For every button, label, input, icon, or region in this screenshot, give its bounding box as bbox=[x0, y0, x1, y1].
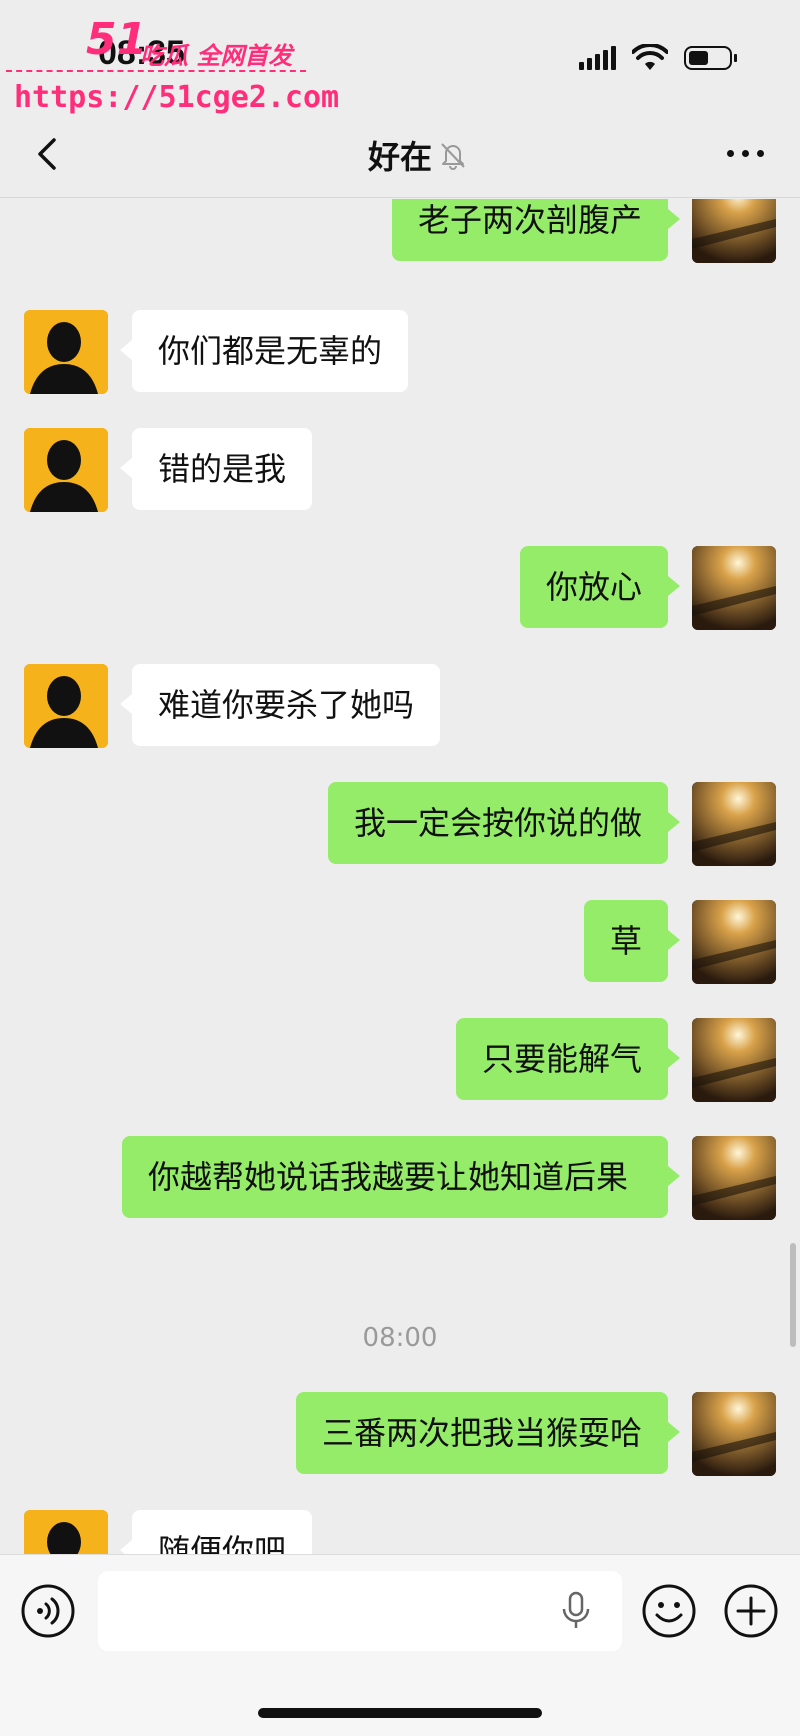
status-icons bbox=[579, 44, 737, 72]
avatar-contact[interactable] bbox=[24, 664, 108, 748]
avatar-self[interactable] bbox=[692, 199, 776, 263]
cellular-signal-icon bbox=[579, 46, 616, 70]
message-bubble-in[interactable]: 难道你要杀了她吗 bbox=[119, 664, 441, 746]
avatar-self[interactable] bbox=[692, 1136, 776, 1220]
message-list[interactable]: 老子两次剖腹产 你们都是无辜的 错的是我 你放心 难道你要杀了她吗 我一定会按你… bbox=[0, 199, 800, 1554]
watermark-logo: 51 bbox=[86, 14, 148, 65]
message-bubble-out[interactable]: 只要能解气 bbox=[455, 1018, 681, 1100]
message-bubble-out[interactable]: 三番两次把我当猴耍哈 bbox=[295, 1392, 681, 1474]
message-text: 你们都是无辜的 bbox=[158, 332, 383, 370]
message-bubble-in[interactable]: 你们都是无辜的 bbox=[119, 310, 409, 392]
scrollbar[interactable] bbox=[790, 1243, 796, 1347]
avatar-self[interactable] bbox=[692, 1018, 776, 1102]
plus-icon[interactable] bbox=[723, 1583, 779, 1639]
message-text: 错的是我 bbox=[158, 450, 287, 488]
message-text: 你越帮她说话我越要让她知道后果 bbox=[148, 1158, 629, 1196]
emoji-icon[interactable] bbox=[641, 1583, 697, 1639]
avatar-self[interactable] bbox=[692, 546, 776, 630]
watermark-slogan: 吃瓜 全网首发 bbox=[140, 42, 293, 70]
chat-header: 好在 bbox=[0, 110, 800, 198]
chat-title-text: 好在 bbox=[367, 138, 432, 176]
message-outgoing: 老子两次剖腹产 bbox=[0, 199, 800, 263]
message-text: 三番两次把我当猴耍哈 bbox=[321, 1414, 642, 1452]
message-bubble-out[interactable]: 老子两次剖腹产 bbox=[391, 199, 681, 261]
avatar-contact[interactable] bbox=[24, 310, 108, 394]
avatar-contact[interactable] bbox=[24, 1510, 108, 1554]
message-bubble-in[interactable]: 随便你吧 bbox=[119, 1510, 313, 1554]
chat-title[interactable]: 好在 bbox=[0, 132, 800, 178]
message-bubble-out[interactable]: 你越帮她说话我越要让她知道后果 bbox=[122, 1136, 680, 1218]
message-bubble-in[interactable]: 错的是我 bbox=[119, 428, 313, 510]
message-bubble-out[interactable]: 草 bbox=[583, 900, 681, 982]
home-indicator[interactable] bbox=[258, 1708, 542, 1718]
voice-icon[interactable] bbox=[20, 1583, 76, 1639]
avatar-self[interactable] bbox=[692, 1392, 776, 1476]
message-text: 我一定会按你说的做 bbox=[353, 804, 642, 842]
message-timestamp: 08:00 bbox=[362, 1323, 438, 1353]
message-text: 你放心 bbox=[545, 568, 642, 606]
battery-icon bbox=[684, 46, 737, 70]
watermark-url: https://51cge2.com bbox=[14, 80, 340, 115]
message-text: 草 bbox=[609, 922, 642, 960]
avatar-self[interactable] bbox=[692, 900, 776, 984]
message-text: 难道你要杀了她吗 bbox=[158, 686, 415, 724]
message-text: 随便你吧 bbox=[158, 1532, 287, 1554]
avatar-self[interactable] bbox=[692, 782, 776, 866]
more-dots-icon[interactable] bbox=[727, 150, 764, 157]
message-bubble-out[interactable]: 我一定会按你说的做 bbox=[327, 782, 681, 864]
message-text: 只要能解气 bbox=[481, 1040, 642, 1078]
message-text: 老子两次剖腹产 bbox=[417, 201, 642, 239]
message-input[interactable] bbox=[98, 1571, 622, 1651]
wifi-icon bbox=[632, 44, 668, 70]
message-bubble-out[interactable]: 你放心 bbox=[519, 546, 681, 628]
microphone-icon[interactable] bbox=[560, 1591, 592, 1631]
watermark-divider bbox=[6, 70, 306, 74]
bell-slash-icon bbox=[441, 143, 465, 170]
avatar-contact[interactable] bbox=[24, 428, 108, 512]
